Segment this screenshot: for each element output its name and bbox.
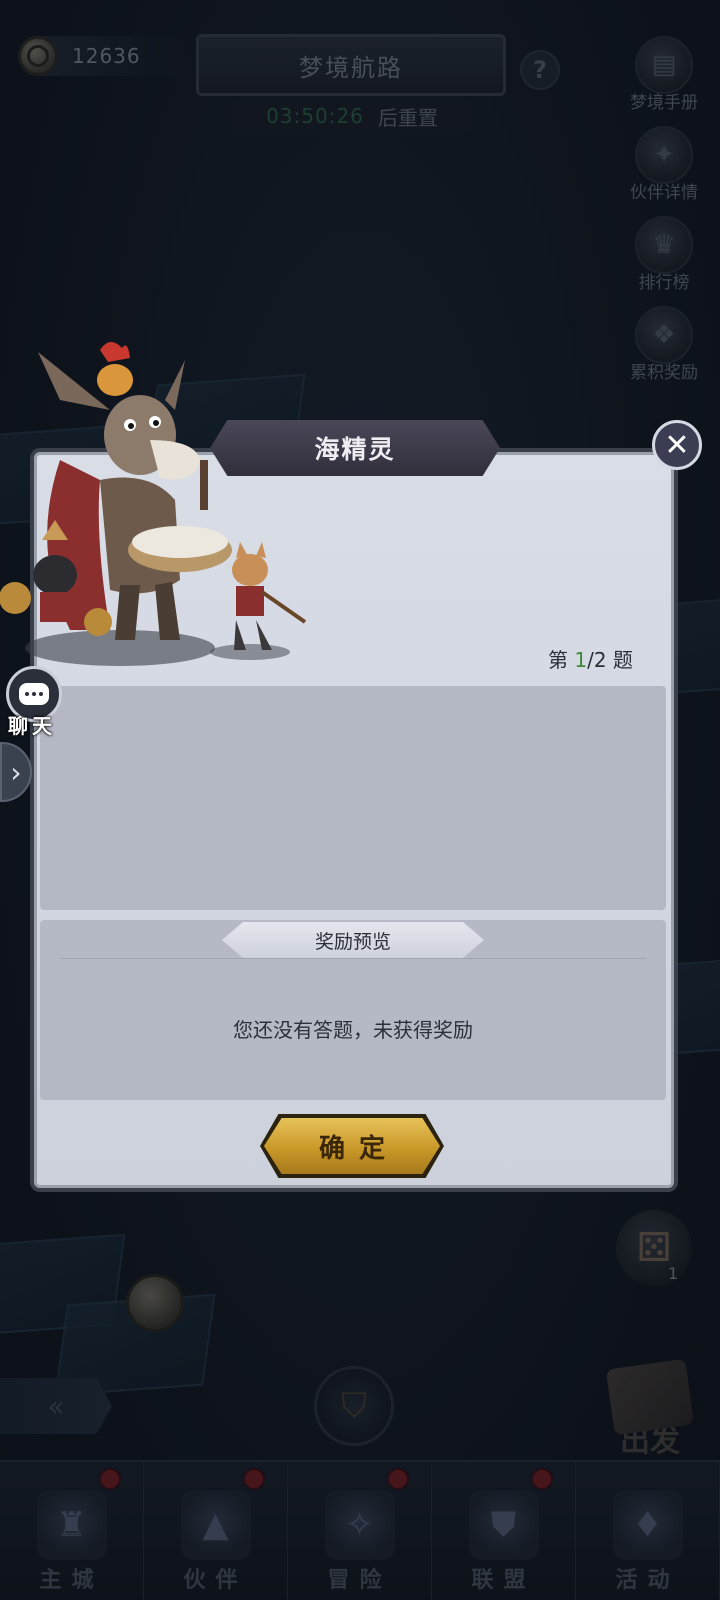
question-total: /2 题 <box>587 648 633 672</box>
chat-bubble-icon <box>19 683 49 705</box>
chat-label: 聊天 <box>8 714 56 738</box>
band-characters-illustration <box>0 341 307 666</box>
question-prefix: 第 <box>548 648 575 672</box>
question-content-area <box>40 686 666 910</box>
reward-preview-title: 奖励预览 <box>222 922 484 958</box>
chevron-right-icon: › <box>10 755 22 789</box>
dialog-title: 海精灵 <box>210 420 500 476</box>
question-current: 1 <box>574 648 588 672</box>
reward-empty-message: 您还没有答题，未获得奖励 <box>233 1018 473 1042</box>
confirm-button[interactable]: 确定 <box>264 1118 440 1174</box>
question-progress: 第 1/2 题 <box>548 644 633 673</box>
divider <box>60 958 646 959</box>
close-button[interactable]: ✕ <box>652 420 702 470</box>
close-icon: ✕ <box>664 427 690 463</box>
